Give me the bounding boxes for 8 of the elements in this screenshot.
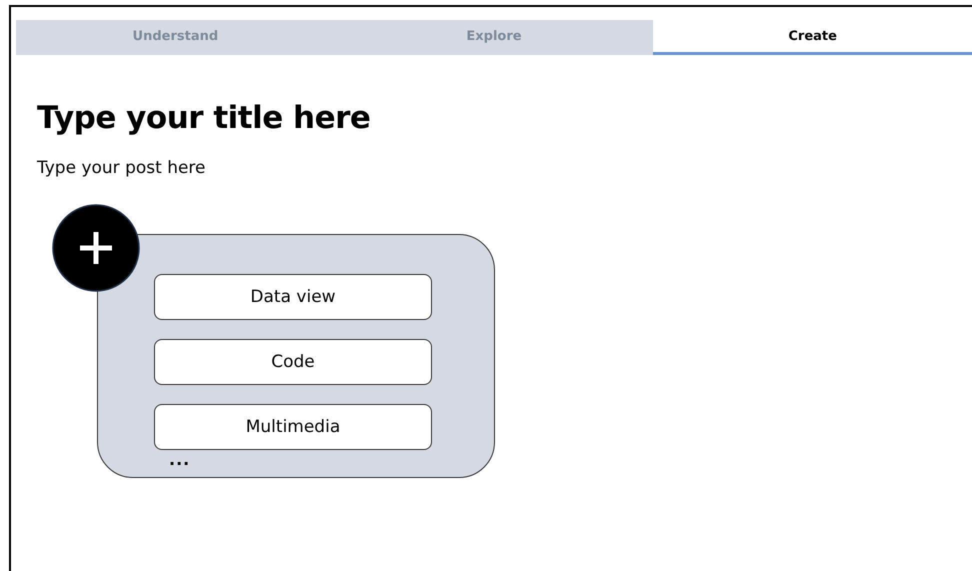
add-button[interactable]: [52, 204, 140, 292]
post-title[interactable]: Type your title here: [37, 100, 972, 136]
option-button[interactable]: Code: [154, 339, 432, 385]
tab[interactable]: Create: [653, 20, 972, 55]
more-options[interactable]: ...: [169, 450, 190, 469]
post-body[interactable]: Type your post here: [37, 158, 972, 178]
option-button[interactable]: Multimedia: [154, 404, 432, 450]
option-button[interactable]: Data view: [154, 274, 432, 320]
